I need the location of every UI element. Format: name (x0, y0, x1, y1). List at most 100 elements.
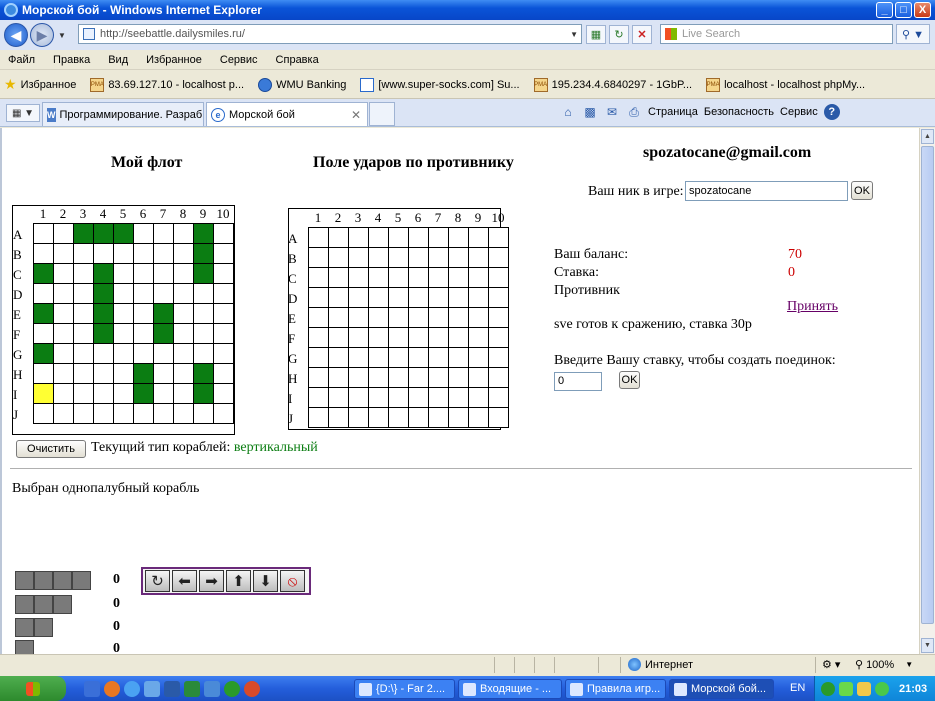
board-cell[interactable] (194, 404, 214, 424)
board-cell[interactable] (329, 308, 349, 328)
task-far[interactable]: {D:\} - Far 2.... (354, 679, 455, 699)
board-cell[interactable] (329, 388, 349, 408)
accept-link[interactable]: Принять (787, 299, 838, 315)
torrent-icon[interactable] (224, 680, 240, 697)
board-cell[interactable] (429, 388, 449, 408)
board-cell[interactable] (134, 244, 154, 264)
board-cell[interactable] (389, 328, 409, 348)
board-cell[interactable] (74, 244, 94, 264)
board-cell[interactable] (449, 388, 469, 408)
board-cell[interactable] (54, 244, 74, 264)
board-cell[interactable] (174, 364, 194, 384)
board-cell[interactable] (74, 404, 94, 424)
update-tray-icon[interactable] (875, 681, 889, 696)
scroll-down-icon[interactable]: ▼ (921, 638, 934, 653)
board-cell[interactable] (429, 248, 449, 268)
board-cell[interactable] (449, 328, 469, 348)
board-cell[interactable] (114, 404, 134, 424)
board-cell[interactable] (114, 224, 134, 244)
board-cell[interactable] (469, 308, 489, 328)
board-cell[interactable] (369, 408, 389, 428)
board-cell[interactable] (174, 284, 194, 304)
board-cell[interactable] (309, 388, 329, 408)
board-cell[interactable] (389, 368, 409, 388)
board-cell[interactable] (114, 244, 134, 264)
board-cell[interactable] (409, 388, 429, 408)
feeds-icon[interactable]: ▩ (582, 104, 598, 120)
board-cell[interactable] (329, 228, 349, 248)
mail-icon[interactable]: ✉ (604, 104, 620, 120)
arrow-left-icon[interactable]: ⬅ (172, 570, 197, 592)
board-cell[interactable] (429, 348, 449, 368)
board-cell[interactable] (134, 284, 154, 304)
board-cell[interactable] (409, 408, 429, 428)
board-cell[interactable] (214, 284, 234, 304)
board-cell[interactable] (329, 268, 349, 288)
board-cell[interactable] (154, 324, 174, 344)
menu-view[interactable]: Вид (108, 54, 128, 66)
board-cell[interactable] (409, 348, 429, 368)
messenger-tray-icon[interactable] (857, 681, 871, 696)
board-cell[interactable] (369, 268, 389, 288)
help-icon[interactable]: ? (823, 104, 840, 120)
board-cell[interactable] (54, 264, 74, 284)
board-cell[interactable] (194, 284, 214, 304)
tools-menu[interactable]: Сервис (780, 106, 818, 118)
new-tab-button[interactable] (369, 102, 395, 126)
board-cell[interactable] (74, 384, 94, 404)
board-cell[interactable] (134, 304, 154, 324)
board-cell[interactable] (369, 228, 389, 248)
board-cell[interactable] (174, 344, 194, 364)
board-cell[interactable] (389, 268, 409, 288)
chrome-icon[interactable] (244, 680, 260, 697)
board-cell[interactable] (429, 228, 449, 248)
scroll-thumb[interactable] (921, 146, 934, 624)
board-cell[interactable] (349, 248, 369, 268)
favorite-item[interactable]: PMA 83.69.127.10 - localhost p... (90, 77, 244, 92)
board-cell[interactable] (54, 324, 74, 344)
board-cell[interactable] (194, 244, 214, 264)
board-cell[interactable] (34, 384, 54, 404)
minimize-button[interactable]: _ (876, 2, 893, 18)
menu-help[interactable]: Справка (276, 54, 319, 66)
board-cell[interactable] (309, 308, 329, 328)
quick-tabs-icon[interactable]: ▦ ▼ (6, 104, 40, 122)
board-cell[interactable] (34, 364, 54, 384)
board-cell[interactable] (34, 244, 54, 264)
board-cell[interactable] (369, 388, 389, 408)
board-cell[interactable] (34, 404, 54, 424)
board-cell[interactable] (349, 228, 369, 248)
board-cell[interactable] (54, 404, 74, 424)
board-cell[interactable] (309, 288, 329, 308)
firefox-icon[interactable] (104, 680, 120, 697)
board-cell[interactable] (469, 348, 489, 368)
scroll-up-icon[interactable]: ▲ (921, 129, 934, 144)
board-cell[interactable] (329, 328, 349, 348)
board-cell[interactable] (114, 364, 134, 384)
arrow-right-icon[interactable]: ➡ (199, 570, 224, 592)
board-cell[interactable] (174, 404, 194, 424)
board-cell[interactable] (369, 368, 389, 388)
menu-edit[interactable]: Правка (53, 54, 90, 66)
menu-tools[interactable]: Сервис (220, 54, 258, 66)
board-cell[interactable] (429, 328, 449, 348)
board-cell[interactable] (429, 368, 449, 388)
favorites-button[interactable]: ★ Избранное (4, 76, 76, 93)
board-cell[interactable] (154, 304, 174, 324)
board-cell[interactable] (214, 304, 234, 324)
word-icon[interactable] (164, 680, 180, 697)
board-cell[interactable] (429, 308, 449, 328)
board-cell[interactable] (154, 244, 174, 264)
board-cell[interactable] (34, 344, 54, 364)
board-cell[interactable] (349, 288, 369, 308)
ie-alt-icon[interactable] (144, 680, 160, 697)
task-seabattle[interactable]: Морской бой... (669, 679, 774, 699)
arrow-down-icon[interactable]: ⬇ (253, 570, 278, 592)
board-cell[interactable] (389, 408, 409, 428)
board-cell[interactable] (134, 224, 154, 244)
nick-input[interactable]: spozatocane (685, 181, 848, 201)
board-cell[interactable] (469, 328, 489, 348)
ship-template-4[interactable] (15, 571, 91, 590)
board-cell[interactable] (349, 348, 369, 368)
board-cell[interactable] (389, 288, 409, 308)
